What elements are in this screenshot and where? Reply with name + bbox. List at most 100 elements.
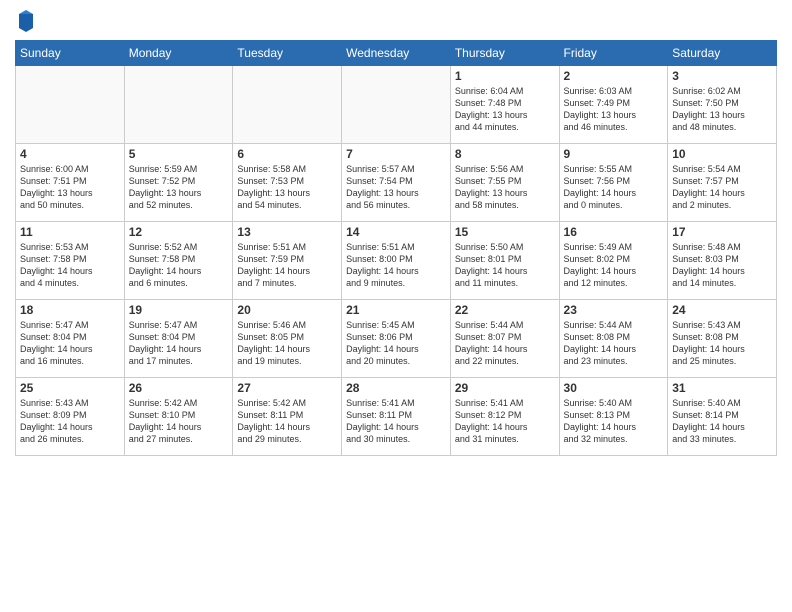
weekday-header-tuesday: Tuesday <box>233 41 342 66</box>
day-number: 4 <box>20 147 120 161</box>
calendar-week-row: 18 Sunrise: 5:47 AMSunset: 8:04 PMDayligh… <box>16 300 777 378</box>
weekday-header-row: SundayMondayTuesdayWednesdayThursdayFrid… <box>16 41 777 66</box>
calendar-cell: 14 Sunrise: 5:51 AMSunset: 8:00 PMDayligh… <box>342 222 451 300</box>
day-info: Sunrise: 5:57 AMSunset: 7:54 PMDaylight:… <box>346 163 446 212</box>
day-number: 16 <box>564 225 664 239</box>
day-info: Sunrise: 6:03 AMSunset: 7:49 PMDaylight:… <box>564 85 664 134</box>
day-number: 28 <box>346 381 446 395</box>
day-number: 27 <box>237 381 337 395</box>
day-info: Sunrise: 6:02 AMSunset: 7:50 PMDaylight:… <box>672 85 772 134</box>
day-info: Sunrise: 5:41 AMSunset: 8:12 PMDaylight:… <box>455 397 555 446</box>
calendar-week-row: 25 Sunrise: 5:43 AMSunset: 8:09 PMDayligh… <box>16 378 777 456</box>
calendar-cell: 25 Sunrise: 5:43 AMSunset: 8:09 PMDayligh… <box>16 378 125 456</box>
calendar-cell: 8 Sunrise: 5:56 AMSunset: 7:55 PMDaylight… <box>450 144 559 222</box>
calendar-cell: 30 Sunrise: 5:40 AMSunset: 8:13 PMDayligh… <box>559 378 668 456</box>
day-number: 24 <box>672 303 772 317</box>
day-info: Sunrise: 5:53 AMSunset: 7:58 PMDaylight:… <box>20 241 120 290</box>
day-number: 22 <box>455 303 555 317</box>
day-number: 5 <box>129 147 229 161</box>
day-number: 17 <box>672 225 772 239</box>
day-info: Sunrise: 5:42 AMSunset: 8:10 PMDaylight:… <box>129 397 229 446</box>
day-info: Sunrise: 5:51 AMSunset: 8:00 PMDaylight:… <box>346 241 446 290</box>
day-number: 3 <box>672 69 772 83</box>
day-info: Sunrise: 5:44 AMSunset: 8:07 PMDaylight:… <box>455 319 555 368</box>
day-number: 25 <box>20 381 120 395</box>
day-number: 8 <box>455 147 555 161</box>
day-number: 26 <box>129 381 229 395</box>
day-number: 11 <box>20 225 120 239</box>
calendar-cell: 27 Sunrise: 5:42 AMSunset: 8:11 PMDayligh… <box>233 378 342 456</box>
calendar-cell <box>124 66 233 144</box>
calendar-cell <box>16 66 125 144</box>
calendar-cell: 10 Sunrise: 5:54 AMSunset: 7:57 PMDayligh… <box>668 144 777 222</box>
day-number: 18 <box>20 303 120 317</box>
day-info: Sunrise: 5:42 AMSunset: 8:11 PMDaylight:… <box>237 397 337 446</box>
day-info: Sunrise: 6:00 AMSunset: 7:51 PMDaylight:… <box>20 163 120 212</box>
day-info: Sunrise: 5:52 AMSunset: 7:58 PMDaylight:… <box>129 241 229 290</box>
page-container: SundayMondayTuesdayWednesdayThursdayFrid… <box>0 0 792 466</box>
weekday-header-thursday: Thursday <box>450 41 559 66</box>
day-info: Sunrise: 5:40 AMSunset: 8:13 PMDaylight:… <box>564 397 664 446</box>
calendar-cell: 28 Sunrise: 5:41 AMSunset: 8:11 PMDayligh… <box>342 378 451 456</box>
day-number: 21 <box>346 303 446 317</box>
calendar-cell: 19Sunrise: 5:47 AMSunset: 8:04 PMDayligh… <box>124 300 233 378</box>
calendar-week-row: 11 Sunrise: 5:53 AMSunset: 7:58 PMDayligh… <box>16 222 777 300</box>
calendar-cell: 29 Sunrise: 5:41 AMSunset: 8:12 PMDayligh… <box>450 378 559 456</box>
calendar-cell: 22 Sunrise: 5:44 AMSunset: 8:07 PMDayligh… <box>450 300 559 378</box>
calendar-cell: 24 Sunrise: 5:43 AMSunset: 8:08 PMDayligh… <box>668 300 777 378</box>
calendar-cell: 2 Sunrise: 6:03 AMSunset: 7:49 PMDaylight… <box>559 66 668 144</box>
day-number: 1 <box>455 69 555 83</box>
day-number: 20 <box>237 303 337 317</box>
day-number: 30 <box>564 381 664 395</box>
day-info: Sunrise: 5:59 AMSunset: 7:52 PMDaylight:… <box>129 163 229 212</box>
day-info: Sunrise: 5:46 AMSunset: 8:05 PMDaylight:… <box>237 319 337 368</box>
calendar-cell: 21 Sunrise: 5:45 AMSunset: 8:06 PMDayligh… <box>342 300 451 378</box>
calendar-cell: 15Sunrise: 5:50 AMSunset: 8:01 PMDayligh… <box>450 222 559 300</box>
calendar-cell: 7Sunrise: 5:57 AMSunset: 7:54 PMDaylight… <box>342 144 451 222</box>
day-number: 2 <box>564 69 664 83</box>
calendar-cell: 12 Sunrise: 5:52 AMSunset: 7:58 PMDayligh… <box>124 222 233 300</box>
calendar-week-row: 1 Sunrise: 6:04 AMSunset: 7:48 PMDaylight… <box>16 66 777 144</box>
weekday-header-monday: Monday <box>124 41 233 66</box>
day-info: Sunrise: 5:55 AMSunset: 7:56 PMDaylight:… <box>564 163 664 212</box>
day-info: Sunrise: 5:48 AMSunset: 8:03 PMDaylight:… <box>672 241 772 290</box>
day-info: Sunrise: 5:58 AMSunset: 7:53 PMDaylight:… <box>237 163 337 212</box>
day-number: 19 <box>129 303 229 317</box>
day-number: 31 <box>672 381 772 395</box>
day-info: Sunrise: 6:04 AMSunset: 7:48 PMDaylight:… <box>455 85 555 134</box>
day-info: Sunrise: 5:40 AMSunset: 8:14 PMDaylight:… <box>672 397 772 446</box>
logo <box>15 10 35 32</box>
calendar-cell: 6 Sunrise: 5:58 AMSunset: 7:53 PMDaylight… <box>233 144 342 222</box>
day-info: Sunrise: 5:45 AMSunset: 8:06 PMDaylight:… <box>346 319 446 368</box>
day-number: 15 <box>455 225 555 239</box>
weekday-header-friday: Friday <box>559 41 668 66</box>
weekday-header-wednesday: Wednesday <box>342 41 451 66</box>
day-info: Sunrise: 5:43 AMSunset: 8:08 PMDaylight:… <box>672 319 772 368</box>
header <box>15 10 777 32</box>
calendar-cell: 13 Sunrise: 5:51 AMSunset: 7:59 PMDayligh… <box>233 222 342 300</box>
day-info: Sunrise: 5:49 AMSunset: 8:02 PMDaylight:… <box>564 241 664 290</box>
day-info: Sunrise: 5:47 AMSunset: 8:04 PMDaylight:… <box>20 319 120 368</box>
day-number: 14 <box>346 225 446 239</box>
calendar-cell: 16 Sunrise: 5:49 AMSunset: 8:02 PMDayligh… <box>559 222 668 300</box>
calendar-cell: 20 Sunrise: 5:46 AMSunset: 8:05 PMDayligh… <box>233 300 342 378</box>
calendar-cell: 26 Sunrise: 5:42 AMSunset: 8:10 PMDayligh… <box>124 378 233 456</box>
day-info: Sunrise: 5:43 AMSunset: 8:09 PMDaylight:… <box>20 397 120 446</box>
day-info: Sunrise: 5:56 AMSunset: 7:55 PMDaylight:… <box>455 163 555 212</box>
day-info: Sunrise: 5:51 AMSunset: 7:59 PMDaylight:… <box>237 241 337 290</box>
day-number: 29 <box>455 381 555 395</box>
day-number: 13 <box>237 225 337 239</box>
day-info: Sunrise: 5:44 AMSunset: 8:08 PMDaylight:… <box>564 319 664 368</box>
weekday-header-sunday: Sunday <box>16 41 125 66</box>
day-number: 9 <box>564 147 664 161</box>
logo-icon <box>17 10 35 32</box>
weekday-header-saturday: Saturday <box>668 41 777 66</box>
day-number: 10 <box>672 147 772 161</box>
day-number: 12 <box>129 225 229 239</box>
day-number: 6 <box>237 147 337 161</box>
day-info: Sunrise: 5:41 AMSunset: 8:11 PMDaylight:… <box>346 397 446 446</box>
calendar-cell: 3 Sunrise: 6:02 AMSunset: 7:50 PMDaylight… <box>668 66 777 144</box>
calendar-cell: 17 Sunrise: 5:48 AMSunset: 8:03 PMDayligh… <box>668 222 777 300</box>
day-info: Sunrise: 5:54 AMSunset: 7:57 PMDaylight:… <box>672 163 772 212</box>
calendar-cell: 23Sunrise: 5:44 AMSunset: 8:08 PMDayligh… <box>559 300 668 378</box>
